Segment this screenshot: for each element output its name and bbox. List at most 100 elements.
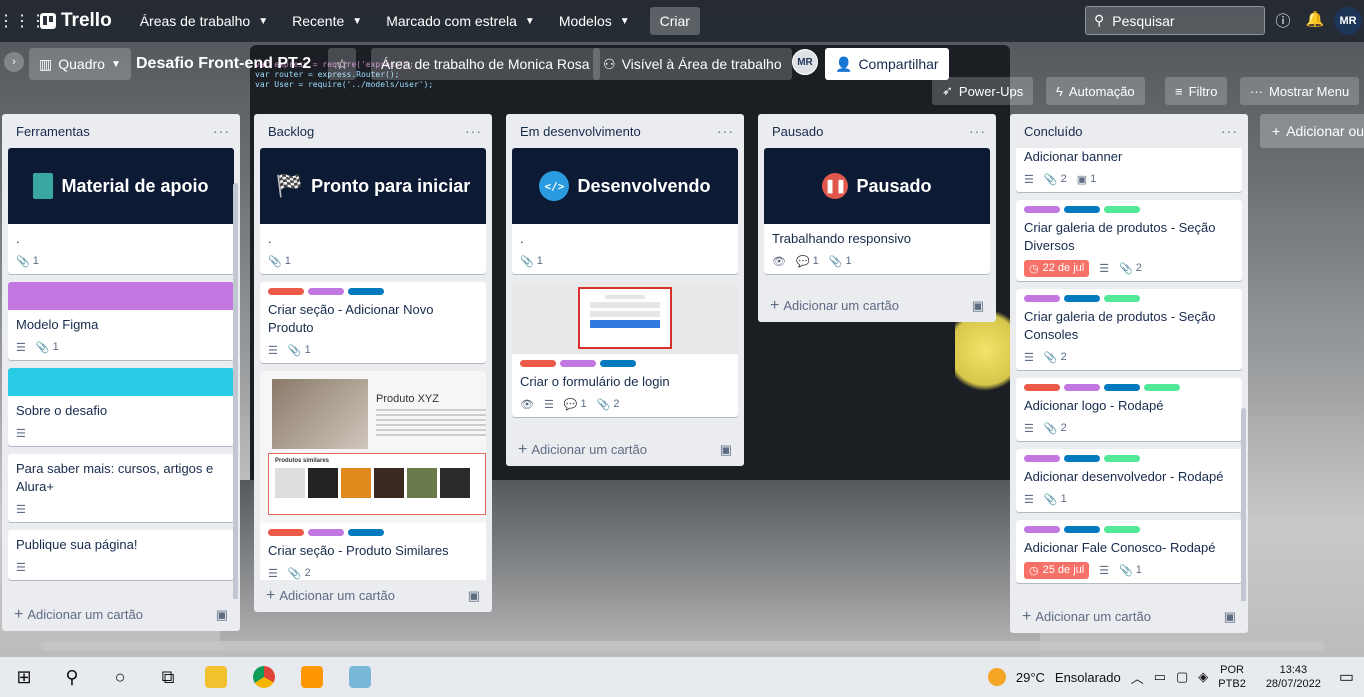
add-card-button[interactable]: + Adicionar um cartão ▣ [2,599,240,631]
label-blue[interactable] [1064,526,1100,533]
label-purple[interactable] [1024,526,1060,533]
card[interactable]: Adicionar Fale Conosco- Rodapé ◷ 25 de ju… [1016,520,1242,583]
label-purple[interactable] [1024,295,1060,302]
due-date-badge[interactable]: ◷ 25 de jul [1024,561,1090,579]
notepad-icon[interactable] [336,657,384,697]
label-purple[interactable] [1024,206,1060,213]
add-card-button[interactable]: + Adicionar um cartão ▣ [254,580,492,612]
list-menu-icon[interactable]: ··· [213,123,230,139]
label-red[interactable] [520,360,556,367]
chrome-icon[interactable] [240,657,288,697]
info-icon[interactable]: ⓘ [1273,10,1293,31]
label-blue[interactable] [348,529,384,536]
label-green[interactable] [1104,295,1140,302]
add-card-button[interactable]: + Adicionar um cartão ▣ [506,434,744,466]
visibility-button[interactable]: ⚇ Visível à Área de trabalho [593,48,792,80]
workspaces-menu[interactable]: Áreas de trabalho ▼ [130,7,278,35]
card[interactable]: Adicionar logo - Rodapé ☰ 📎 2 [1016,378,1242,441]
due-date-badge[interactable]: ◷ 22 de jul [1024,259,1090,277]
card-template-icon[interactable]: ▣ [216,607,228,623]
list-scrollbar[interactable] [1241,408,1246,601]
card[interactable]: Adicionar desenvolvedor - Rodapé ☰ 📎 1 [1016,449,1242,512]
filter-button[interactable]: ≡ Filtro [1165,77,1228,105]
label-blue[interactable] [1104,384,1140,391]
templates-menu[interactable]: Modelos ▼ [549,7,640,35]
card-template-icon[interactable]: ▣ [720,442,732,458]
weather-description[interactable]: Ensolarado [1055,670,1121,685]
list-title[interactable]: Ferramentas [16,124,90,139]
label-blue[interactable] [348,288,384,295]
battery-icon[interactable]: ▭ [1154,669,1166,685]
label-red[interactable] [1024,384,1060,391]
search-icon[interactable]: ⚲ [48,657,96,697]
board-member-avatar[interactable]: MR [792,49,818,75]
label-purple[interactable] [1064,384,1100,391]
label-green[interactable] [1104,455,1140,462]
create-button[interactable]: Criar [649,7,700,35]
label-blue[interactable] [1064,206,1100,213]
share-button[interactable]: 👤 Compartilhar [825,48,949,80]
label-blue[interactable] [1064,295,1100,302]
list-menu-icon[interactable]: ··· [717,123,734,139]
board-title[interactable]: Desafio Front-end PT-2 [132,48,315,80]
card-template-icon[interactable]: ▣ [972,298,984,314]
board-horizontal-scrollbar[interactable] [40,641,1325,651]
language-indicator[interactable]: POR PTB2 [1218,663,1246,691]
add-list-button[interactable]: + Adicionar out [1260,114,1364,148]
card[interactable]: Produto XYZ Produtos similares Criar seç… [260,371,486,580]
card[interactable]: Criar seção - Adicionar Novo Produto ☰ 📎… [260,282,486,363]
task-view-icon[interactable]: ⧉ [144,657,192,697]
card[interactable]: </> Desenvolvendo . 📎 1 [512,148,738,274]
starred-menu[interactable]: Marcado com estrela ▼ [376,7,545,35]
star-board-icon[interactable]: ☆ [328,48,356,80]
user-avatar[interactable]: MR [1334,7,1362,35]
label-purple[interactable] [1024,455,1060,462]
notifications-icon[interactable]: ▭ [1339,667,1354,687]
file-explorer-icon[interactable] [192,657,240,697]
list-title[interactable]: Em desenvolvimento [520,124,641,139]
trello-logo[interactable]: Trello [40,10,112,32]
label-red[interactable] [268,529,304,536]
network-icon[interactable]: ▢ [1176,669,1188,685]
label-green[interactable] [1104,526,1140,533]
card[interactable]: Para saber mais: cursos, artigos e Alura… [8,454,234,522]
card[interactable]: Publique sua página! ☰ [8,530,234,580]
chevron-up-icon[interactable]: ︿ [1131,668,1144,687]
clock[interactable]: 13:43 28/07/2022 [1266,663,1321,691]
weather-temperature[interactable]: 29°C [1016,670,1045,685]
list-scrollbar[interactable] [233,183,238,599]
windows-start-icon[interactable]: ⊞ [0,657,48,697]
notifications-bell-icon[interactable]: 🔔 [1305,10,1325,28]
dropbox-icon[interactable]: ◈ [1198,669,1208,685]
label-purple[interactable] [560,360,596,367]
list-title[interactable]: Pausado [772,124,823,139]
card[interactable]: Criar galeria de produtos - Seção Consol… [1016,289,1242,370]
card[interactable]: Modelo Figma ☰ 📎 1 [8,282,234,360]
list-title[interactable]: Backlog [268,124,314,139]
cortana-circle-icon[interactable]: ○ [96,657,144,697]
card[interactable]: 🏁 Pronto para iniciar . 📎 1 [260,148,486,274]
automation-button[interactable]: ϟ Automação [1046,77,1145,105]
label-blue[interactable] [600,360,636,367]
label-purple[interactable] [308,288,344,295]
list-menu-icon[interactable]: ··· [1221,123,1238,139]
add-card-button[interactable]: + Adicionar um cartão ▣ [758,290,996,322]
card-template-icon[interactable]: ▣ [1224,609,1236,625]
show-menu-button[interactable]: ··· Mostrar Menu [1240,77,1360,105]
recent-menu[interactable]: Recente ▼ [282,7,372,35]
powerups-button[interactable]: ➶ Power-Ups [932,77,1034,105]
card[interactable]: Sobre o desafio ☰ [8,368,234,446]
label-blue[interactable] [1064,455,1100,462]
sublime-text-icon[interactable] [288,657,336,697]
add-card-button[interactable]: + Adicionar um cartão ▣ [1010,601,1248,633]
search-input[interactable]: ⚲ Pesquisar [1085,6,1265,35]
label-red[interactable] [268,288,304,295]
list-menu-icon[interactable]: ··· [465,123,482,139]
card[interactable]: Criar galeria de produtos - Seção Divers… [1016,200,1242,281]
list-menu-icon[interactable]: ··· [969,123,986,139]
label-purple[interactable] [308,529,344,536]
card[interactable]: Material de apoio . 📎 1 [8,148,234,274]
list-title[interactable]: Concluído [1024,124,1083,139]
label-green[interactable] [1144,384,1180,391]
card[interactable]: ❚❚ Pausado Trabalhando responsivo 👁 💬 1 📎… [764,148,990,274]
